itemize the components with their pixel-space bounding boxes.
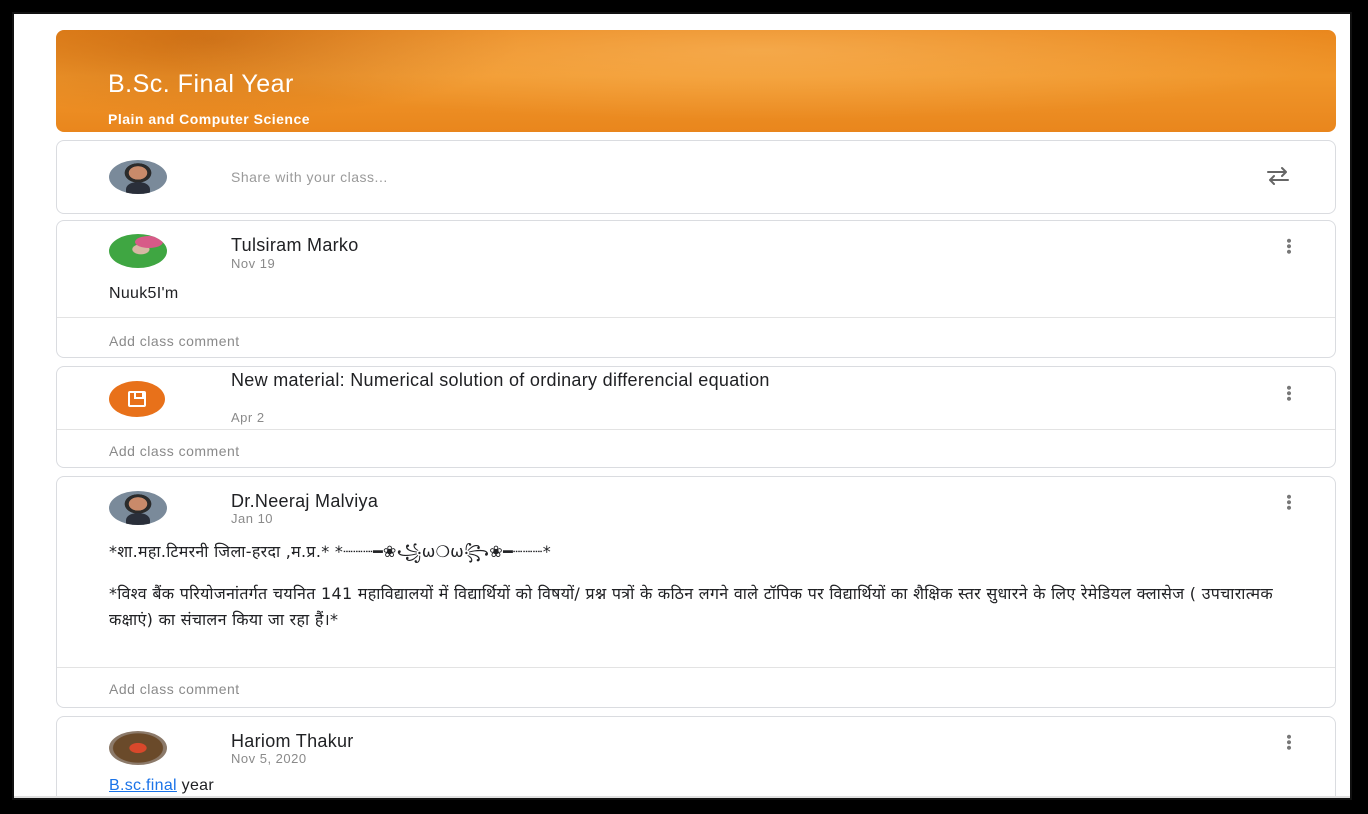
bottom-nav	[14, 796, 1350, 798]
post-body: *विश्व बैंक परियोजनांतर्गत चयनित 141 महा…	[109, 584, 1273, 629]
more-options-icon[interactable]	[1287, 385, 1291, 401]
divider	[57, 429, 1335, 430]
repost-icon[interactable]	[1265, 165, 1291, 187]
post-body: Nuuk5I'm	[109, 285, 179, 302]
more-options-icon[interactable]	[1287, 238, 1291, 254]
post-text-rest: year	[176, 777, 214, 794]
post-link[interactable]: B.sc.final	[109, 777, 177, 794]
post-body: B.sc.final year	[109, 777, 214, 795]
post-card: Hariom Thakur Nov 5, 2020 B.sc.final yea…	[56, 716, 1336, 798]
post-card: Dr.Neeraj Malviya Jan 10 *शा.महा.टिमरनी …	[56, 476, 1336, 708]
post-card: Tulsiram Marko Nov 19 Nuuk5I'm Add class…	[56, 220, 1336, 358]
post-date: Nov 5, 2020	[231, 751, 307, 766]
divider	[57, 667, 1335, 668]
class-title: B.Sc. Final Year	[108, 70, 294, 98]
share-card[interactable]: Share with your class...	[56, 140, 1336, 214]
more-options-icon[interactable]	[1287, 494, 1291, 510]
add-comment-button[interactable]: Add class comment	[109, 333, 240, 349]
divider	[57, 317, 1335, 318]
avatar	[109, 234, 167, 268]
more-options-icon[interactable]	[1287, 734, 1291, 750]
material-icon	[109, 381, 165, 417]
material-title: New material: Numerical solution of ordi…	[231, 370, 770, 390]
post-author: Hariom Thakur	[231, 731, 354, 751]
add-comment-button[interactable]: Add class comment	[109, 443, 240, 459]
app-window: B.Sc. Final Year Plain and Computer Scie…	[12, 12, 1352, 800]
add-comment-button[interactable]: Add class comment	[109, 681, 240, 697]
post-date: Nov 19	[231, 256, 276, 271]
post-body-line: *शा.महा.टिमरनी जिला-हरदा ,म.प्र.* *┈┈┈━❀…	[109, 542, 551, 561]
class-subtitle: Plain and Computer Science	[108, 111, 311, 127]
post-author: Dr.Neeraj Malviya	[231, 491, 379, 511]
post-author: Tulsiram Marko	[231, 235, 359, 255]
share-input[interactable]: Share with your class...	[231, 169, 388, 185]
avatar	[109, 491, 167, 525]
class-banner[interactable]: B.Sc. Final Year Plain and Computer Scie…	[56, 30, 1336, 132]
material-card[interactable]: New material: Numerical solution of ordi…	[56, 366, 1336, 468]
post-date: Apr 2	[231, 410, 265, 425]
avatar	[109, 160, 167, 194]
avatar	[109, 731, 167, 765]
post-date: Jan 10	[231, 511, 274, 526]
